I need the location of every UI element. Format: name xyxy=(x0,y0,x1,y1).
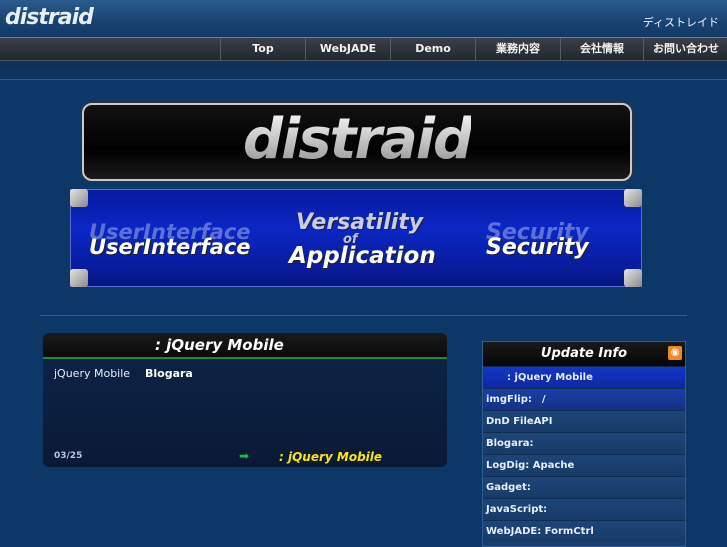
update-item[interactable]: Gadget: xyxy=(483,476,685,498)
banner-left-text: UserInterface xyxy=(89,235,251,259)
update-item[interactable]: : jQuery Mobile xyxy=(483,366,685,388)
arrow-right-icon: ➡ xyxy=(239,449,250,463)
update-item[interactable]: LogDig: Apache xyxy=(483,454,685,476)
hero-logo-text: distraid xyxy=(242,107,473,172)
banner-corner-tr-icon xyxy=(624,189,642,207)
news-date: 03/25 xyxy=(54,451,83,461)
rss-icon[interactable]: ◉ xyxy=(668,346,682,360)
nav-underline-strip xyxy=(0,61,727,80)
update-info-title: Update Info xyxy=(540,346,628,361)
site-kana-name: ディストレイド xyxy=(642,16,719,29)
site-logo[interactable]: distraid xyxy=(5,5,94,30)
update-item[interactable]: JavaScript: xyxy=(483,498,685,520)
update-item[interactable]: WebJADE: FormCtrl xyxy=(483,520,685,542)
top-header: distraid ディストレイド xyxy=(0,0,727,38)
update-info-header: Update Info ◉ xyxy=(483,342,685,366)
banner-corner-br-icon xyxy=(624,269,642,287)
update-item[interactable]: Blogara: xyxy=(483,432,685,454)
main-nav: Top WebJADE Demo 業務内容 会社情報 お問い合わせ xyxy=(0,38,727,61)
news-link[interactable]: : jQuery Mobile xyxy=(279,450,382,464)
banner-center-bottom: Application xyxy=(289,243,436,269)
news-panel: : jQuery Mobile jQuery Mobile Blogara 03… xyxy=(43,333,447,467)
update-item[interactable]: DnD FileAPI xyxy=(483,410,685,432)
banner-right-text: Security xyxy=(486,235,589,260)
nav-services[interactable]: 業務内容 xyxy=(475,38,560,60)
hero-logo-box: distraid xyxy=(82,103,632,181)
news-panel-body: jQuery Mobile Blogara 03/25 ➡ : jQuery M… xyxy=(43,359,447,467)
news-line-label: jQuery Mobile xyxy=(54,367,131,380)
nav-company[interactable]: 会社情報 xyxy=(560,38,643,60)
banner-center-top: Versatility xyxy=(296,210,424,235)
banner-corner-bl-icon xyxy=(70,269,88,287)
nav-contact[interactable]: お問い合わせ xyxy=(643,38,727,60)
banner-corner-tl-icon xyxy=(70,189,88,207)
update-item[interactable]: imgFlip: / xyxy=(483,388,685,410)
news-panel-title: : jQuery Mobile xyxy=(43,333,447,359)
nav-top[interactable]: Top xyxy=(220,38,305,60)
nav-demo[interactable]: Demo xyxy=(390,38,475,60)
nav-webjade[interactable]: WebJADE xyxy=(305,38,390,60)
news-line-value: Blogara xyxy=(145,367,193,380)
update-info-sidebar: Update Info ◉ : jQuery Mobile imgFlip: /… xyxy=(482,341,686,547)
hero-banner: UserInterface UserInterface Versatility … xyxy=(70,189,642,287)
section-divider xyxy=(40,315,687,316)
